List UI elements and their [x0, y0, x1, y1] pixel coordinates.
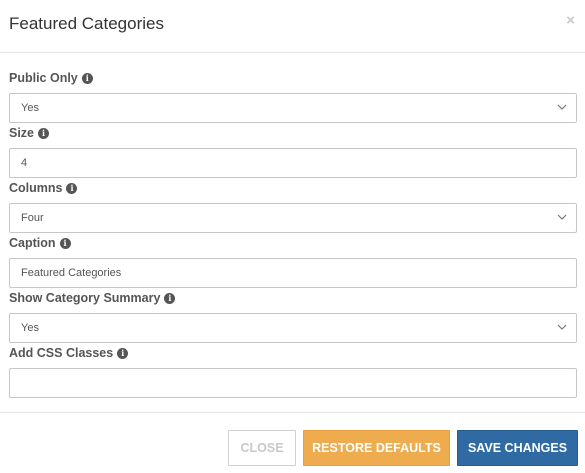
save-changes-button[interactable]: SAVE CHANGES: [457, 430, 578, 466]
info-icon[interactable]: i: [38, 127, 50, 139]
info-icon[interactable]: i: [164, 292, 176, 304]
caption-value: Featured Categories: [21, 267, 122, 279]
add-css-classes-input[interactable]: [9, 368, 577, 398]
show-category-summary-select[interactable]: Yes: [9, 313, 577, 343]
info-icon[interactable]: i: [59, 237, 71, 249]
add-css-classes-label-text: Add CSS Classes: [9, 346, 114, 360]
columns-label-text: Columns: [9, 181, 63, 195]
size-label: Size i: [9, 126, 50, 140]
restore-defaults-button[interactable]: RESTORE DEFAULTS: [303, 430, 450, 466]
size-label-text: Size: [9, 126, 35, 140]
show-category-summary-value: Yes: [21, 322, 39, 334]
public-only-label-text: Public Only: [9, 71, 78, 85]
caption-input[interactable]: Featured Categories: [9, 258, 577, 288]
caption-label: Caption i: [9, 236, 71, 250]
chevron-down-icon: [557, 102, 567, 112]
info-icon[interactable]: i: [117, 347, 129, 359]
public-only-value: Yes: [21, 102, 39, 114]
featured-categories-modal: Featured Categories × Public Only i Yes …: [0, 0, 585, 473]
caption-label-text: Caption: [9, 236, 56, 250]
info-icon[interactable]: i: [81, 72, 93, 84]
modal-title: Featured Categories: [9, 14, 164, 33]
columns-select[interactable]: Four: [9, 203, 577, 233]
modal-footer: CLOSE RESTORE DEFAULTS SAVE CHANGES: [0, 412, 585, 473]
chevron-down-icon: [557, 322, 567, 332]
public-only-label: Public Only i: [9, 71, 93, 85]
modal-header: Featured Categories ×: [0, 0, 585, 53]
chevron-down-icon: [557, 212, 567, 222]
columns-label: Columns i: [9, 181, 78, 195]
add-css-classes-label: Add CSS Classes i: [9, 346, 129, 360]
show-category-summary-label-text: Show Category Summary: [9, 291, 161, 305]
close-button[interactable]: CLOSE: [228, 430, 296, 466]
size-input[interactable]: 4: [9, 148, 577, 178]
show-category-summary-label: Show Category Summary i: [9, 291, 176, 305]
size-value: 4: [21, 157, 28, 169]
public-only-select[interactable]: Yes: [9, 93, 577, 123]
close-icon[interactable]: ×: [566, 12, 575, 29]
columns-value: Four: [21, 212, 44, 224]
info-icon[interactable]: i: [66, 182, 78, 194]
